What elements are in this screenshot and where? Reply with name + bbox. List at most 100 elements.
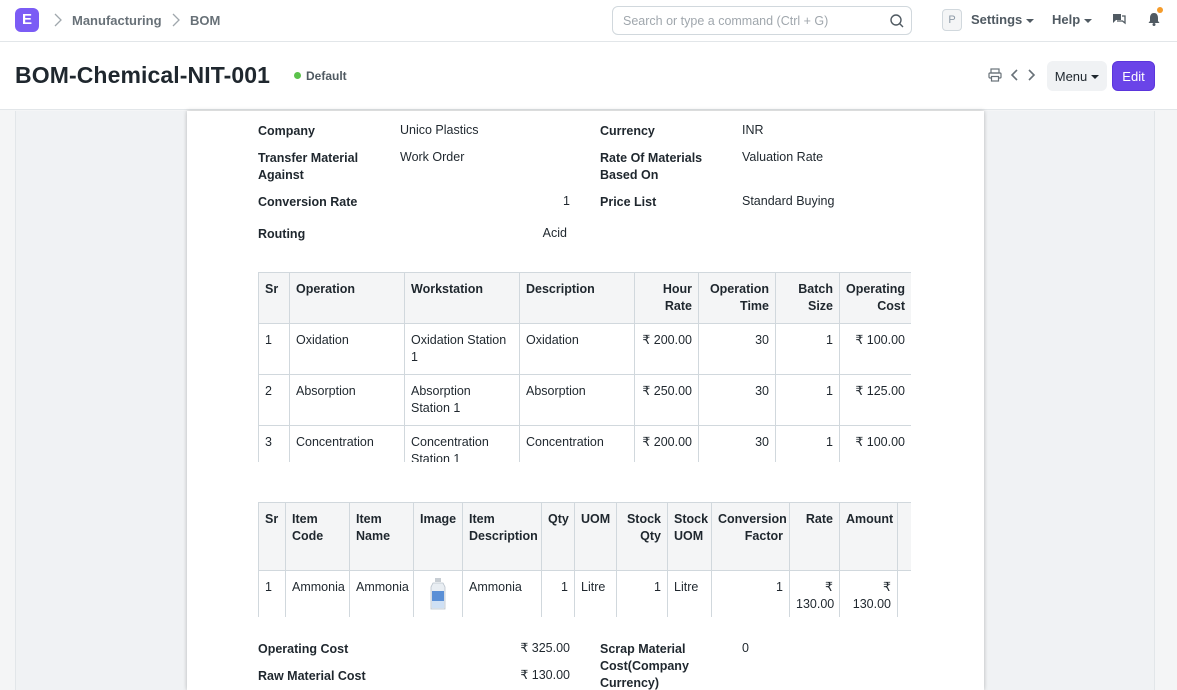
breadcrumb-bom[interactable]: BOM [190, 13, 220, 28]
cell-hour-rate: ₹ 200.00 [634, 425, 699, 462]
chat-icon[interactable] [1111, 11, 1127, 27]
operating-cost-label: Operating Cost [258, 642, 349, 656]
col-operation: Operation [289, 272, 405, 324]
conversion-rate-value: 1 [563, 194, 570, 208]
print-sheet: Company Unico Plastics Currency INR Tran… [187, 111, 984, 690]
items-table-wrap: Sr Item Code Item Name Image Item Descri… [258, 502, 911, 617]
cell-operating-cost: ₹ 100.00 [839, 425, 911, 462]
col-operating-cost: Operating Cost [839, 272, 911, 324]
cell-description: Oxidation [519, 323, 635, 375]
col-truncated: M [897, 502, 911, 571]
cell-operation-time: 30 [698, 374, 776, 426]
menu-label: Menu [1054, 68, 1088, 84]
col-item-description: Item Description [462, 502, 542, 571]
help-label: Help [1052, 12, 1081, 27]
settings-dropdown[interactable]: Settings [971, 12, 1035, 27]
col-uom: UOM [574, 502, 617, 571]
cell-hour-rate: ₹ 250.00 [634, 374, 699, 426]
bell-icon[interactable] [1146, 11, 1162, 27]
item-image [430, 578, 446, 610]
col-qty: Qty [541, 502, 575, 571]
cell-operation: Oxidation [289, 323, 405, 375]
cell-operation: Absorption [289, 374, 405, 426]
col-item-name: Item Name [349, 502, 414, 571]
currency-label: Currency [600, 124, 655, 138]
menu-button[interactable]: Menu [1047, 61, 1107, 91]
page-title: BOM-Chemical-NIT-001 [15, 62, 271, 88]
cell-amount: ₹ 130.00 [839, 570, 898, 617]
cell-item-name: Ammonia [349, 570, 414, 617]
operations-header-row: Sr Operation Workstation Description Hou… [258, 272, 911, 324]
scrap-material-cost-value: 0 [742, 641, 749, 655]
navbar: E Manufacturing BOM P Settings Help [0, 0, 1177, 42]
transfer-material-label: Transfer Material Against [258, 151, 359, 182]
chevron-right-icon[interactable] [1024, 68, 1038, 82]
operating-cost-value: ₹ 325.00 [520, 641, 570, 655]
cell-item-description: Ammonia [462, 570, 542, 617]
settings-label: Settings [971, 12, 1023, 27]
company-value: Unico Plastics [400, 123, 479, 137]
cell-batch-size: 1 [775, 323, 840, 375]
table-row: 1 Oxidation Oxidation Station 1 Oxidatio… [258, 323, 911, 375]
cell-description: Concentration [519, 425, 635, 462]
cell-operating-cost: ₹ 100.00 [839, 323, 911, 375]
search-icon[interactable] [889, 13, 905, 29]
col-sr: Sr [258, 272, 290, 324]
items-table: Sr Item Code Item Name Image Item Descri… [258, 502, 911, 617]
cell-operating-cost: ₹ 125.00 [839, 374, 911, 426]
col-amount: Amount [839, 502, 898, 571]
routing-label: Routing [258, 227, 306, 241]
status-dot [294, 72, 301, 80]
col-operation-time: Operation Time [698, 272, 776, 324]
app-logo[interactable]: E [15, 8, 39, 32]
cell-hour-rate: ₹ 200.00 [634, 323, 699, 375]
cell-workstation: Absorption Station 1 [404, 374, 520, 426]
table-row: 2 Absorption Absorption Station 1 Absorp… [258, 374, 911, 426]
cell-workstation: Oxidation Station 1 [404, 323, 520, 375]
col-workstation: Workstation [404, 272, 520, 324]
cell-image [413, 570, 463, 617]
col-rate: Rate [789, 502, 840, 571]
caret-down-icon [1084, 18, 1093, 23]
col-description: Description [519, 272, 635, 324]
cell-qty: 1 [541, 570, 575, 617]
raw-material-cost-label: Raw Material Cost [258, 669, 366, 683]
col-image: Image [413, 502, 463, 571]
currency-value: INR [742, 123, 764, 137]
cell-sr: 1 [258, 570, 286, 617]
breadcrumb-manufacturing[interactable]: Manufacturing [72, 13, 162, 28]
chevron-left-icon[interactable] [1008, 68, 1022, 82]
avatar[interactable]: P [942, 9, 962, 31]
cell-uom: Litre [574, 570, 617, 617]
search-input[interactable] [623, 12, 883, 30]
cell-operation-time: 30 [698, 323, 776, 375]
caret-down-icon [1026, 18, 1035, 23]
page-head: BOM-Chemical-NIT-001 Default Menu Edit [0, 42, 1177, 110]
help-dropdown[interactable]: Help [1052, 12, 1093, 27]
chevron-right-icon [54, 13, 62, 27]
cell-item-code: Ammonia [285, 570, 350, 617]
table-row: 1 Ammonia Ammonia Ammonia 1 Litre 1 Litr… [258, 570, 911, 617]
cell-rate: ₹ 130.00 [789, 570, 840, 617]
edit-button[interactable]: Edit [1112, 61, 1155, 91]
col-stock-qty: Stock Qty [616, 502, 668, 571]
notification-dot [1157, 7, 1163, 13]
col-hour-rate: Hour Rate [634, 272, 699, 324]
price-list-label: Price List [600, 195, 657, 209]
caret-down-icon [1091, 75, 1100, 80]
conversion-rate-label: Conversion Rate [258, 195, 358, 209]
cell-truncated [897, 570, 911, 617]
printer-icon[interactable] [988, 68, 1002, 82]
price-list-value: Standard Buying [742, 194, 835, 208]
status-indicator: Default [294, 69, 347, 83]
operations-table-wrap: Sr Operation Workstation Description Hou… [258, 272, 911, 462]
cell-operation-time: 30 [698, 425, 776, 462]
search-bar[interactable] [612, 6, 912, 35]
cell-workstation: Concentration Station 1 [404, 425, 520, 462]
cell-batch-size: 1 [775, 374, 840, 426]
cell-batch-size: 1 [775, 425, 840, 462]
cell-sr: 2 [258, 374, 290, 426]
cell-stock-qty: 1 [616, 570, 668, 617]
col-batch-size: Batch Size [775, 272, 840, 324]
rate-basis-value: Valuation Rate [742, 150, 824, 164]
